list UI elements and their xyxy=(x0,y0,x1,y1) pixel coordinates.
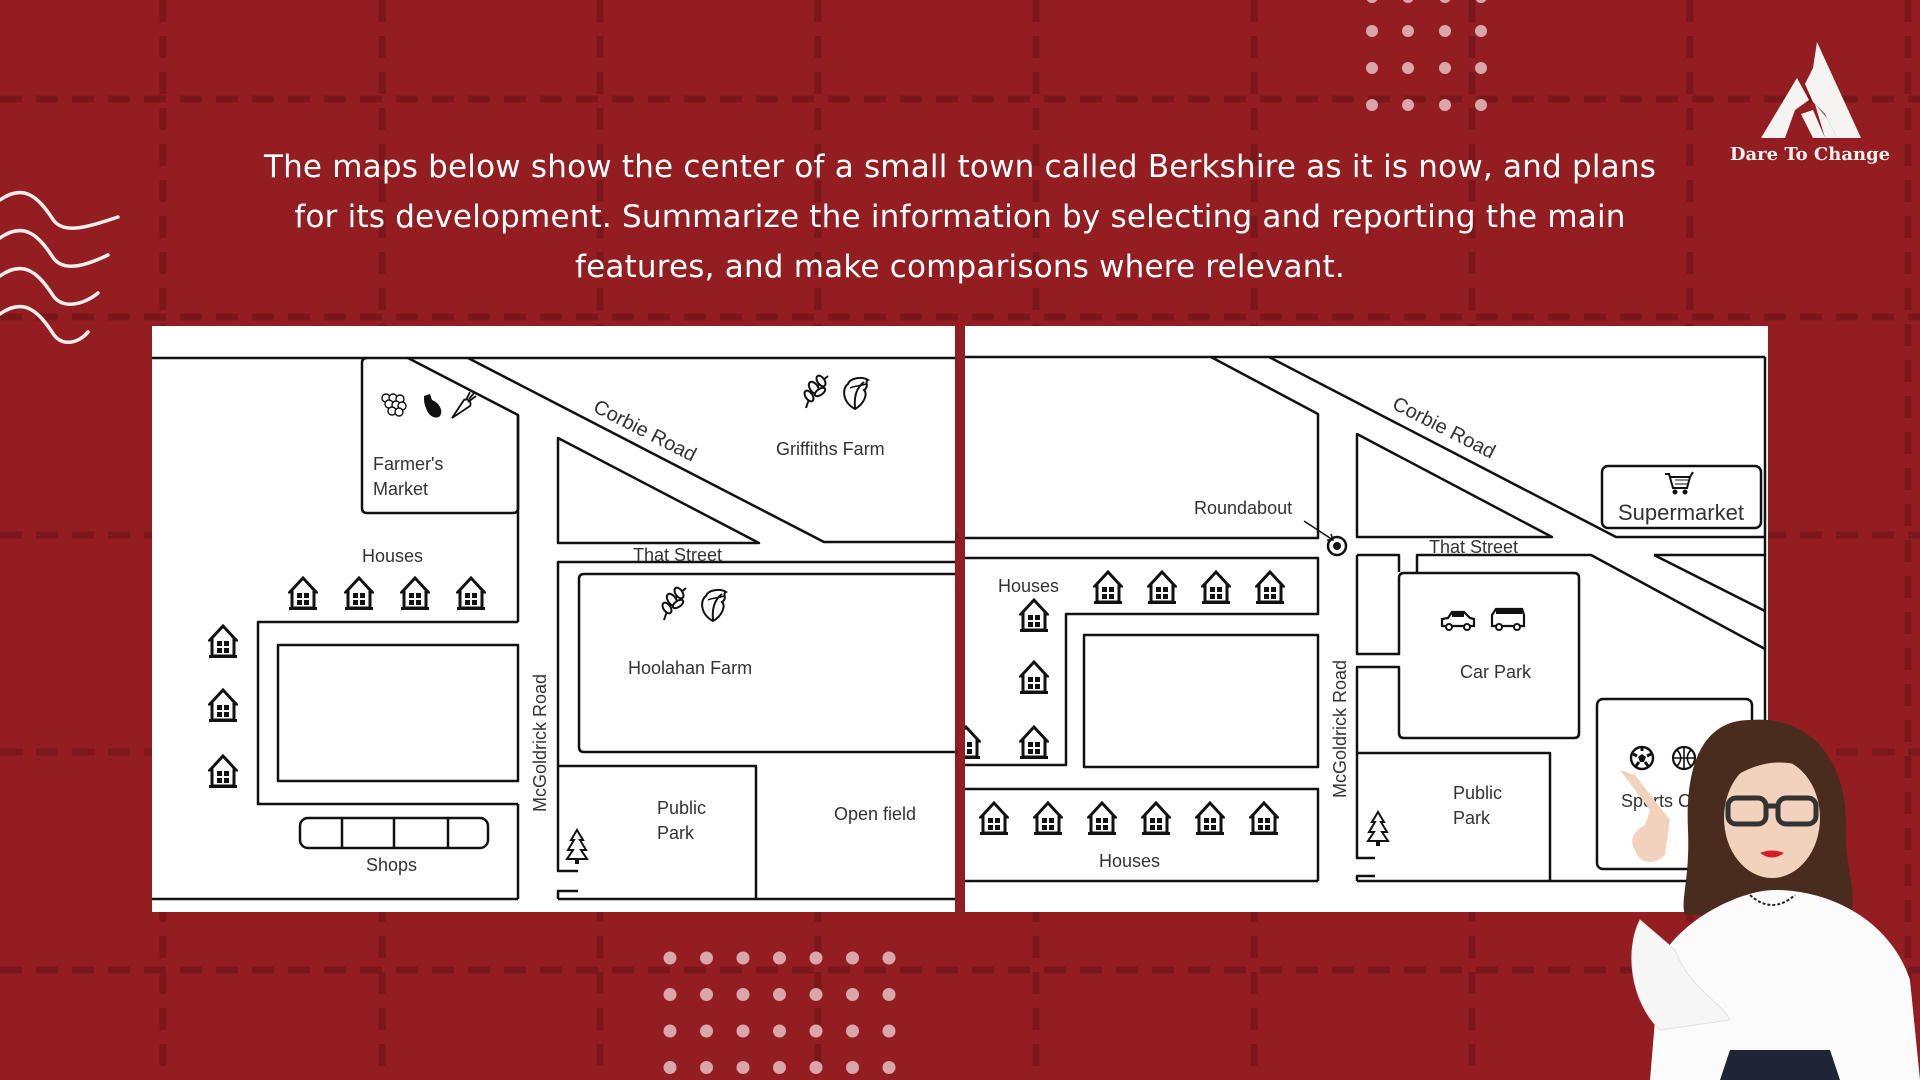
label-hoolahan-farm: Hoolahan Farm xyxy=(628,658,752,678)
house-icon xyxy=(979,801,1009,835)
wheat-icon xyxy=(659,586,687,621)
house-icon xyxy=(1147,570,1177,604)
decorative-dot xyxy=(773,951,786,965)
dot-grid-bottom xyxy=(663,951,896,1074)
label-public-park-2: Park xyxy=(1453,808,1491,828)
label-houses: Houses xyxy=(362,546,423,566)
roundabout-icon xyxy=(1333,542,1341,550)
label-public-park: Public xyxy=(657,798,706,818)
decorative-dot xyxy=(809,1024,823,1038)
house-icon xyxy=(456,576,486,610)
carrot-icon xyxy=(451,391,477,419)
decorative-dot xyxy=(882,1024,896,1038)
house-icon xyxy=(288,576,318,610)
house-icon xyxy=(344,576,374,610)
house-icon xyxy=(208,688,238,722)
house-icon xyxy=(965,725,981,759)
house-icon xyxy=(1087,801,1117,835)
shopping-cart-icon xyxy=(1665,471,1694,495)
eggplant-icon xyxy=(424,394,442,418)
prompt-line-3: features, and make comparisons where rel… xyxy=(574,249,1346,285)
car-icon xyxy=(1440,610,1476,631)
house-icon xyxy=(208,754,238,788)
label-that-street: That Street xyxy=(1429,537,1518,557)
label-farmers-market-2: Market xyxy=(373,479,428,499)
decorative-dot xyxy=(663,1024,677,1038)
label-supermarket: Supermarket xyxy=(1618,500,1744,525)
house-icon xyxy=(400,576,430,610)
house-icon xyxy=(1019,660,1049,694)
house-icon xyxy=(1249,801,1279,835)
decorative-dot xyxy=(809,951,823,965)
lettuce-icon xyxy=(701,588,727,622)
van-icon xyxy=(1490,607,1526,631)
decorative-dot xyxy=(663,951,677,965)
brand-name: Dare To Change xyxy=(1729,144,1891,165)
decorative-dot xyxy=(809,988,823,1001)
label-houses-bottom: Houses xyxy=(1099,851,1160,871)
decorative-dot xyxy=(663,1061,677,1074)
decorative-dot xyxy=(663,988,677,1001)
dot-grid-top xyxy=(1366,0,1487,111)
decorative-dot xyxy=(773,1024,786,1038)
prompt-line-2: for its development. Summarize the infor… xyxy=(294,199,1626,235)
map-current: Farmer's Market Griffiths Farm Houses Th… xyxy=(152,326,955,912)
house-icon xyxy=(208,624,238,658)
wave-decoration xyxy=(0,190,120,344)
label-griffiths-farm: Griffiths Farm xyxy=(776,439,885,459)
house-icon xyxy=(1141,801,1171,835)
triangle-logo-icon xyxy=(1761,42,1861,138)
house-icon xyxy=(1093,570,1123,604)
label-public-park-2: Park xyxy=(657,823,695,843)
decorative-dot xyxy=(700,951,713,965)
decorative-dot xyxy=(700,988,713,1001)
decorative-dot xyxy=(773,988,786,1001)
decorative-dot xyxy=(736,951,750,965)
house-icon xyxy=(1201,570,1231,604)
decorative-dot xyxy=(736,988,750,1001)
label-mcgoldrick-road: McGoldrick Road xyxy=(1330,660,1350,798)
house-icon xyxy=(1019,725,1049,759)
lettuce-icon xyxy=(843,376,869,410)
decorative-dot xyxy=(846,951,859,965)
label-car-park: Car Park xyxy=(1460,662,1532,682)
presenter-photo xyxy=(1620,719,1920,1080)
grapes-icon xyxy=(381,393,407,417)
house-icon xyxy=(1033,801,1063,835)
decorative-dot xyxy=(736,1024,750,1038)
task-prompt: The maps below show the center of a smal… xyxy=(250,142,1670,292)
decorative-dot xyxy=(882,951,896,965)
decorative-dot xyxy=(882,988,896,1001)
decorative-dot xyxy=(882,1061,896,1074)
house-icon xyxy=(1255,570,1285,604)
decorative-dot xyxy=(700,1061,713,1074)
label-corbie-road: Corbie Road xyxy=(590,396,700,467)
decorative-dot xyxy=(700,1024,713,1038)
brand-logo: Dare To Change xyxy=(1720,38,1900,165)
label-public-park: Public xyxy=(1453,783,1502,803)
label-mcgoldrick-road: McGoldrick Road xyxy=(530,674,550,812)
tree-icon xyxy=(566,829,588,864)
tree-icon xyxy=(1367,811,1389,846)
label-farmers-market: Farmer's xyxy=(373,454,443,474)
label-roundabout: Roundabout xyxy=(1194,498,1292,518)
label-open-field: Open field xyxy=(834,804,916,824)
decorative-dot xyxy=(809,1061,823,1074)
wheat-icon xyxy=(801,374,829,409)
decorative-dot xyxy=(846,988,859,1001)
decorative-dot xyxy=(846,1024,859,1038)
house-icon xyxy=(1019,598,1049,632)
label-that-street: That Street xyxy=(633,545,722,565)
prompt-line-1: The maps below show the center of a smal… xyxy=(263,149,1657,185)
decorative-dot xyxy=(773,1061,786,1074)
label-shops: Shops xyxy=(366,855,417,875)
map-current-drawing: Farmer's Market Griffiths Farm Houses Th… xyxy=(152,356,955,901)
label-houses-top: Houses xyxy=(998,576,1059,596)
decorative-dot xyxy=(736,1061,750,1074)
house-icon xyxy=(1195,801,1225,835)
decorative-dot xyxy=(846,1061,859,1074)
